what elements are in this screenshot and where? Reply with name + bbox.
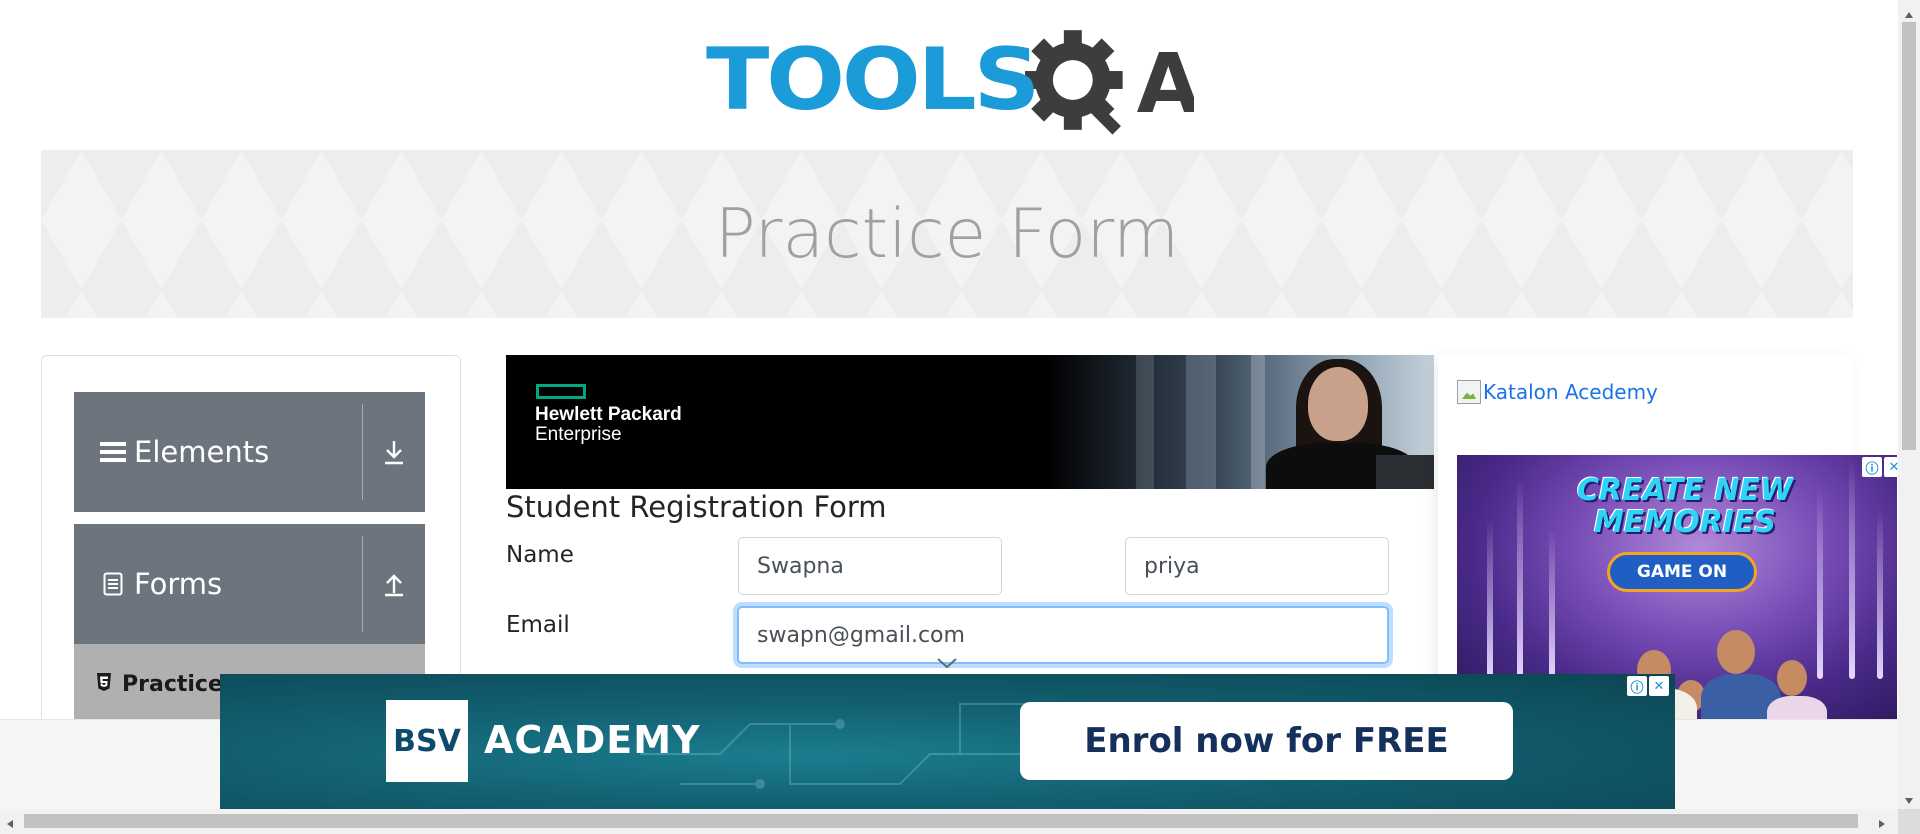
horizontal-scroll-thumb[interactable] — [24, 814, 1858, 828]
hpe-ad-banner[interactable]: Hewlett Packard Enterprise — [506, 355, 1434, 489]
hpe-logo-mark — [536, 384, 586, 399]
memories-headline: CREATE NEW MEMORIES — [1555, 475, 1815, 539]
logo-text: TOOLS — [706, 29, 1040, 130]
vertical-scroll-thumb[interactable] — [1902, 22, 1916, 450]
name-label: Name — [506, 542, 574, 568]
katalon-academy-ad-link[interactable]: Katalon Acedemy — [1457, 380, 1658, 404]
ad-choices[interactable]: ⓘ ✕ — [1627, 676, 1669, 696]
info-icon[interactable]: ⓘ — [1627, 676, 1647, 696]
logo-suffix: A — [1136, 36, 1194, 131]
katalon-ad-alt-text: Katalon Acedemy — [1483, 380, 1658, 404]
vertical-scrollbar[interactable] — [1898, 0, 1920, 834]
first-name-input[interactable] — [738, 537, 1002, 595]
page-banner: Practice Form — [41, 150, 1853, 318]
last-name-input[interactable] — [1125, 537, 1389, 595]
hamburger-icon — [100, 440, 126, 464]
html5-icon — [96, 672, 112, 697]
document-icon — [100, 572, 126, 596]
close-icon[interactable]: ✕ — [1649, 676, 1669, 696]
divider — [362, 404, 363, 500]
info-icon[interactable]: ⓘ — [1862, 457, 1882, 477]
form-title: Student Registration Form — [506, 490, 887, 524]
chevron-down-icon — [936, 656, 958, 674]
bsv-academy-name: ACADEMY — [484, 718, 701, 762]
page-title: Practice Form — [714, 194, 1180, 274]
bsv-logo: BSV — [386, 700, 468, 782]
hpe-brand-text: Hewlett Packard Enterprise — [535, 405, 682, 445]
sidebar-group-label: Elements — [134, 435, 270, 469]
sidebar-group-label: Forms — [134, 567, 223, 601]
upload-arrow-icon[interactable] — [378, 566, 410, 602]
email-label: Email — [506, 612, 570, 638]
bsv-academy-ad[interactable]: BSV ACADEMY Enrol now for FREE — [220, 674, 1675, 809]
horizontal-scrollbar[interactable] — [0, 809, 1898, 834]
game-on-button[interactable]: GAME ON — [1607, 552, 1757, 592]
divider — [362, 536, 363, 632]
hpe-brand-line2: Enterprise — [535, 424, 622, 445]
download-arrow-icon[interactable] — [378, 434, 410, 470]
gear-magnifier-icon: A — [1024, 29, 1194, 135]
scroll-right-icon[interactable] — [1878, 816, 1886, 834]
sidebar-item-label: Practice — [122, 671, 223, 697]
memories-headline-line2: MEMORIES — [1593, 505, 1777, 540]
scroll-down-icon[interactable] — [1904, 792, 1914, 810]
toolsqa-logo[interactable]: TOOLS A — [706, 22, 1194, 137]
enrol-now-button[interactable]: Enrol now for FREE — [1020, 702, 1513, 780]
scroll-left-icon[interactable] — [6, 816, 14, 834]
sidebar-group-elements[interactable]: Elements — [74, 392, 425, 512]
hpe-ad-photo — [1046, 355, 1434, 489]
sidebar-group-forms[interactable]: Forms — [74, 524, 425, 644]
email-input[interactable] — [737, 606, 1389, 664]
scrollbar-corner — [1898, 809, 1920, 834]
hpe-brand-line1: Hewlett Packard — [535, 404, 682, 425]
memories-headline-line1: CREATE NEW — [1576, 473, 1794, 508]
broken-image-icon — [1457, 380, 1481, 404]
